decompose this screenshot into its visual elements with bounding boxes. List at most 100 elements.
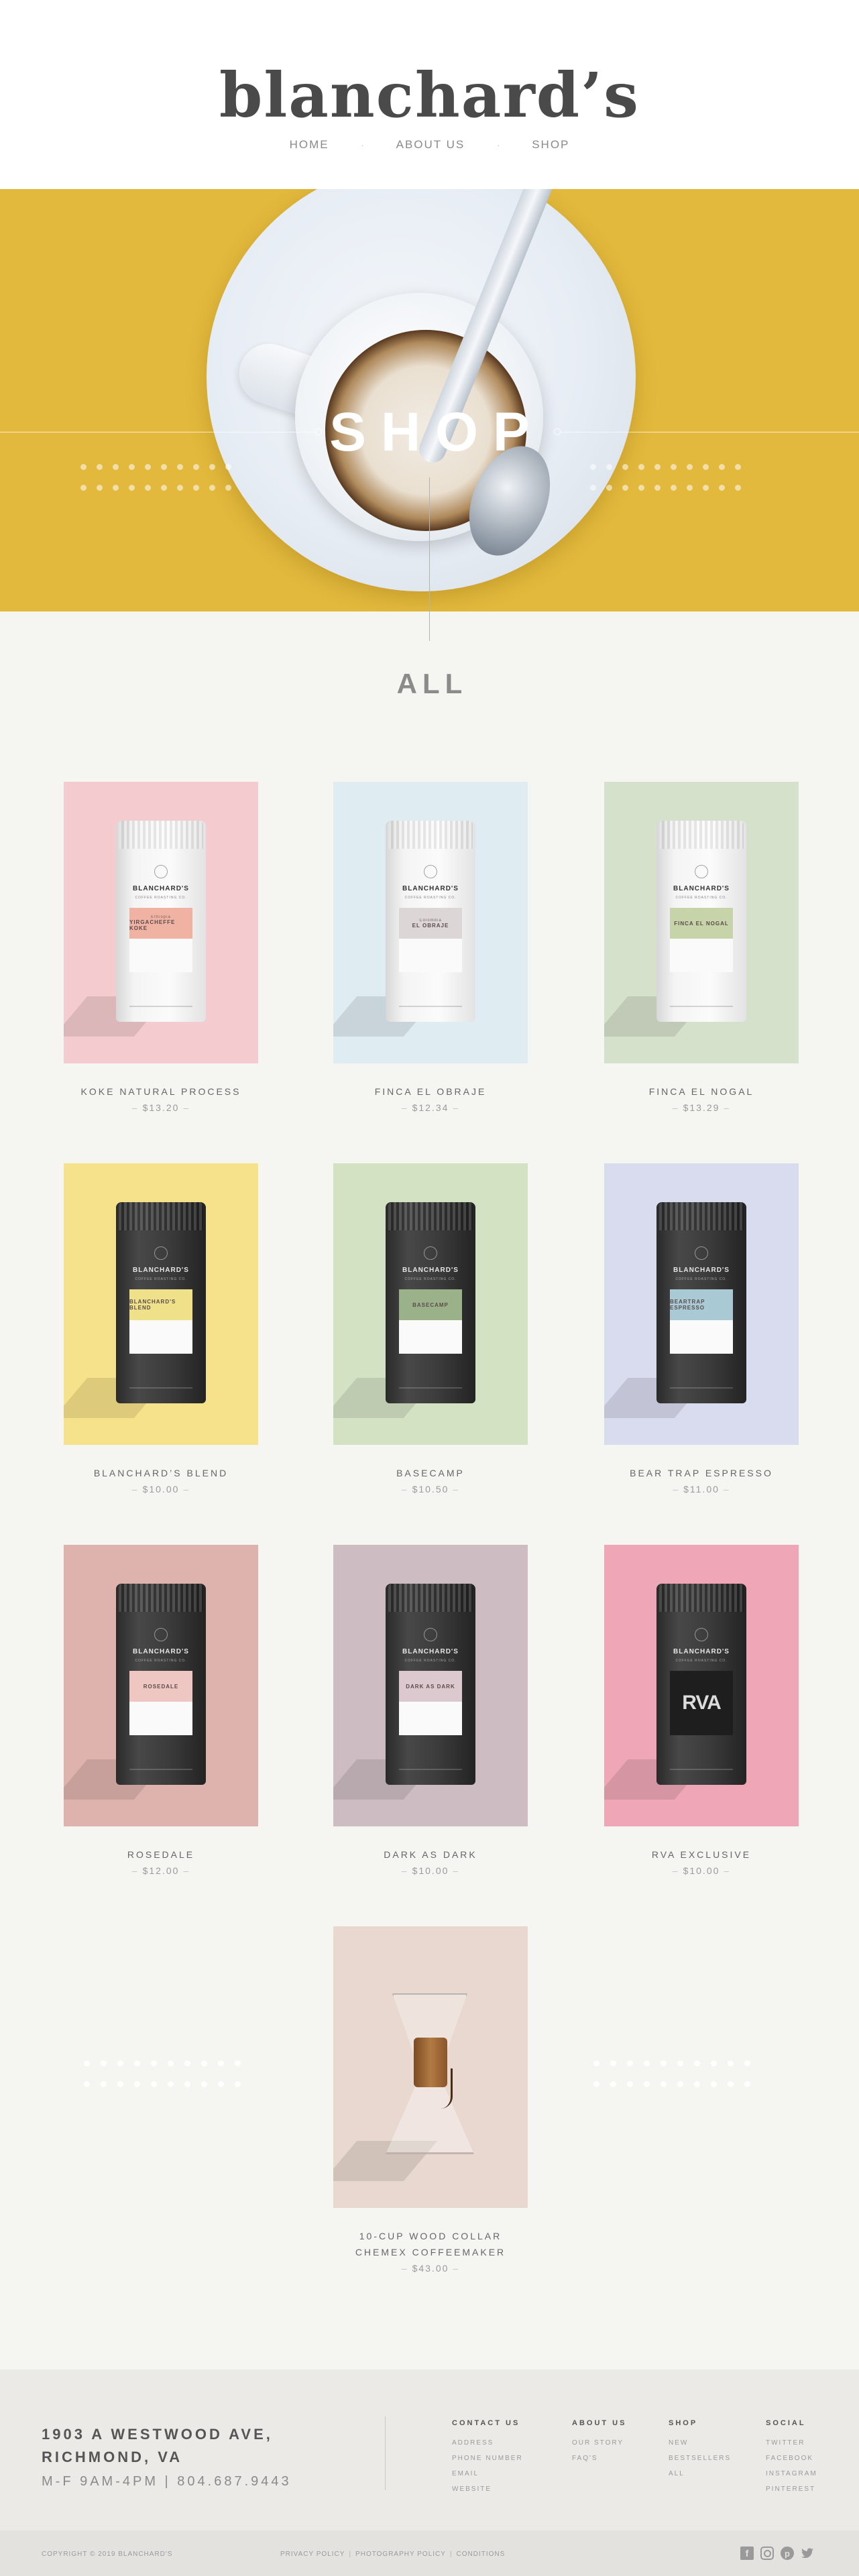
product-name[interactable]: ROSEDALE: [64, 1847, 258, 1863]
product-card[interactable]: BLANCHARD'S COFFEE ROASTING CO. BASECAMP BA…: [333, 1163, 528, 1495]
product-price: – $12.00–: [64, 1865, 258, 1876]
product-name[interactable]: DARK AS DARK: [333, 1847, 528, 1863]
footer-column-title: SHOP: [669, 2419, 698, 2427]
pinterest-icon[interactable]: p: [781, 2546, 794, 2560]
product-image[interactable]: BLANCHARD'S COFFEE ROASTING CO. FINCA EL N…: [604, 782, 799, 1063]
bag-origin-text: Ethiopia: [151, 915, 171, 919]
product-image[interactable]: [333, 1926, 528, 2208]
coffee-bag-image: BLANCHARD'S COFFEE ROASTING CO. RVA: [656, 1584, 746, 1785]
footer-link-new[interactable]: NEW: [669, 2435, 731, 2451]
footer-link-phone[interactable]: PHONE NUMBER: [452, 2451, 523, 2466]
footer-link-instagram[interactable]: INSTAGRAM: [766, 2466, 817, 2481]
footer-link-faqs[interactable]: FAQ'S: [572, 2451, 626, 2466]
bag-crimp: [659, 1584, 744, 1612]
price-dash: –: [724, 1865, 731, 1876]
bag-footer-line: [399, 1387, 462, 1389]
bag-brand-text: BLANCHARD'S: [402, 885, 459, 892]
bag-label: ROSEDALE: [129, 1671, 192, 1735]
product-price: – $13.29–: [604, 1102, 799, 1113]
bag-label-text: EL OBRAJE: [412, 922, 449, 929]
price-dash: –: [672, 1865, 679, 1876]
nav-separator: ·: [361, 139, 364, 150]
coffee-bag-image: BLANCHARD'S COFFEE ROASTING CO. BEARTRAP E…: [656, 1202, 746, 1403]
price-dash: –: [183, 1102, 190, 1113]
product-name[interactable]: RVA EXCLUSIVE: [604, 1847, 799, 1863]
product-image[interactable]: BLANCHARD'S COFFEE ROASTING CO. BLANCHARD'…: [64, 1163, 258, 1445]
bag-crimp: [388, 1584, 473, 1612]
footer-link-our-story[interactable]: OUR STORY: [572, 2435, 626, 2451]
bag-label-white: [129, 1702, 192, 1735]
bag-label-text: BEARTRAP ESPRESSO: [670, 1299, 705, 1311]
product-name[interactable]: FINCA EL OBRAJE: [333, 1084, 528, 1100]
product-card[interactable]: BLANCHARD'S COFFEE ROASTING CO. BEARTRAP E…: [604, 1163, 799, 1495]
nav-home-link[interactable]: HOME: [290, 138, 329, 152]
site-footer: 1903 A WESTWOOD AVE, RICHMOND, VA M-F 9A…: [0, 2369, 859, 2530]
facebook-icon[interactable]: f: [740, 2546, 754, 2560]
chemex-bottom-image: [386, 2077, 474, 2154]
footer-column-about: ABOUT US OUR STORY FAQ'S: [572, 2419, 626, 2466]
site-header: blanchard’s HOME · ABOUT US · SHOP: [0, 0, 859, 189]
instagram-icon[interactable]: [760, 2546, 774, 2560]
product-card[interactable]: BLANCHARD'S COFFEE ROASTING CO. Colombia EL…: [333, 782, 528, 1113]
bag-seal-icon: [695, 1246, 708, 1260]
bag-label-white: [129, 939, 192, 972]
product-image[interactable]: BLANCHARD'S COFFEE ROASTING CO. BEARTRAP E…: [604, 1163, 799, 1445]
bag-footer-line: [670, 1387, 733, 1389]
price-dash: –: [401, 1102, 408, 1113]
bag-seal-icon: [154, 1628, 168, 1641]
price-dash: –: [672, 1102, 679, 1113]
product-name[interactable]: KOKE NATURAL PROCESS: [64, 1084, 258, 1100]
product-card[interactable]: BLANCHARD'S COFFEE ROASTING CO. ROSEDALE RO…: [64, 1545, 258, 1876]
bag-label-band: ROSEDALE: [129, 1671, 192, 1702]
bag-sub-text: COFFEE ROASTING CO.: [675, 1277, 728, 1281]
footer-link-all[interactable]: ALL: [669, 2466, 731, 2481]
footer-link-address[interactable]: ADDRESS: [452, 2435, 523, 2451]
nav-about-link[interactable]: ABOUT US: [396, 138, 465, 152]
bag-label: DARK AS DARK: [399, 1671, 462, 1735]
brand-logo[interactable]: blanchard’s: [0, 59, 859, 131]
privacy-policy-link[interactable]: PRIVACY POLICY: [280, 2551, 345, 2558]
main-nav: HOME · ABOUT US · SHOP: [0, 138, 859, 152]
product-image[interactable]: BLANCHARD'S COFFEE ROASTING CO. Colombia EL…: [333, 782, 528, 1063]
product-card[interactable]: BLANCHARD'S COFFEE ROASTING CO. FINCA EL N…: [604, 782, 799, 1113]
product-image[interactable]: BLANCHARD'S COFFEE ROASTING CO. BASECAMP: [333, 1163, 528, 1445]
price-dash: –: [453, 1865, 460, 1876]
product-card[interactable]: BLANCHARD'S COFFEE ROASTING CO. BLANCHARD'…: [64, 1163, 258, 1495]
footer-link-bestsellers[interactable]: BESTSELLERS: [669, 2451, 731, 2466]
bag-seal-icon: [424, 1628, 437, 1641]
address-line-2: RICHMOND, VA: [42, 2449, 183, 2465]
product-name[interactable]: BLANCHARD’S BLEND: [64, 1465, 258, 1481]
product-image[interactable]: BLANCHARD'S COFFEE ROASTING CO. DARK AS DA…: [333, 1545, 528, 1826]
product-card[interactable]: BLANCHARD'S COFFEE ROASTING CO. DARK AS DA…: [333, 1545, 528, 1876]
price-dash: –: [183, 1484, 190, 1495]
product-card[interactable]: 10-CUP WOOD COLLAR CHEMEX COFFEEMAKER – $4…: [333, 1926, 528, 2274]
footer-link-email[interactable]: EMAIL: [452, 2466, 523, 2481]
policy-links: PRIVACY POLICY | PHOTOGRAPHY POLICY | CO…: [280, 2551, 506, 2558]
product-image[interactable]: BLANCHARD'S COFFEE ROASTING CO. RVA: [604, 1545, 799, 1826]
photography-policy-link[interactable]: PHOTOGRAPHY POLICY: [355, 2551, 446, 2558]
price-value: $12.00: [142, 1865, 180, 1876]
footer-link-twitter[interactable]: TWITTER: [766, 2435, 817, 2451]
product-name[interactable]: FINCA EL NOGAL: [604, 1084, 799, 1100]
product-name[interactable]: BASECAMP: [333, 1465, 528, 1481]
footer-link-pinterest[interactable]: PINTEREST: [766, 2481, 817, 2497]
conditions-link[interactable]: CONDITIONS: [457, 2551, 506, 2558]
product-name[interactable]: BEAR TRAP ESPRESSO: [604, 1465, 799, 1481]
twitter-icon[interactable]: [801, 2546, 814, 2560]
footer-column-title: SOCIAL: [766, 2419, 806, 2427]
bag-label: Colombia EL OBRAJE: [399, 908, 462, 972]
product-card[interactable]: BLANCHARD'S COFFEE ROASTING CO. RVA RVA EXC…: [604, 1545, 799, 1876]
bag-crimp: [119, 1584, 203, 1612]
nav-shop-link[interactable]: SHOP: [532, 138, 569, 152]
product-card[interactable]: BLANCHARD'S COFFEE ROASTING CO. Ethiopia YI…: [64, 782, 258, 1113]
footer-link-facebook[interactable]: FACEBOOK: [766, 2451, 817, 2466]
hero-vertical-rule: [429, 477, 430, 641]
product-name[interactable]: 10-CUP WOOD COLLAR CHEMEX COFFEEMAKER: [333, 2228, 528, 2260]
product-image[interactable]: BLANCHARD'S COFFEE ROASTING CO. Ethiopia YI…: [64, 782, 258, 1063]
bag-label-band: FINCA EL NOGAL: [670, 908, 733, 939]
footer-link-website[interactable]: WEBSITE: [452, 2481, 523, 2497]
bag-brand-text: BLANCHARD'S: [133, 885, 189, 892]
product-image[interactable]: BLANCHARD'S COFFEE ROASTING CO. ROSEDALE: [64, 1545, 258, 1826]
price-value: $13.20: [142, 1102, 180, 1113]
price-dash: –: [453, 2263, 460, 2274]
